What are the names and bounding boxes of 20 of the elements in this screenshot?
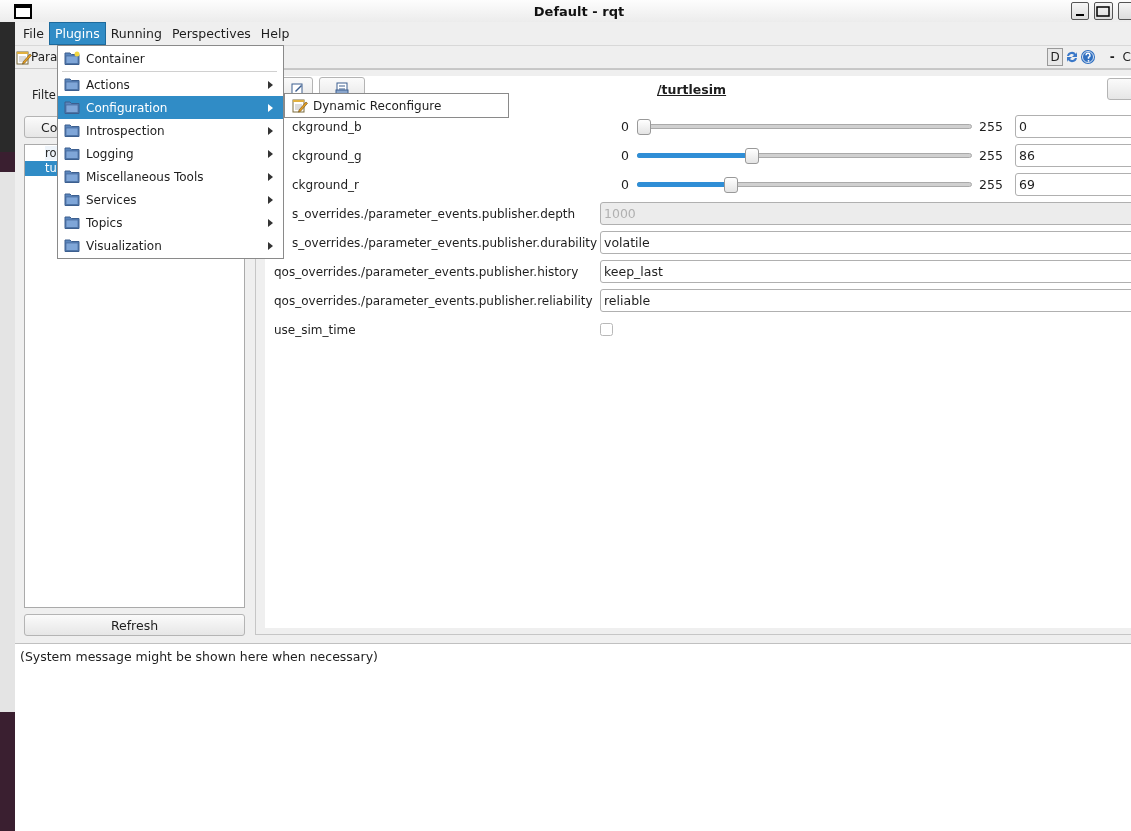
parameter-label: use_sim_time — [274, 322, 356, 337]
parameter-label: s_overrides./parameter_events.publisher.depth — [292, 206, 576, 221]
range-max: 255 — [979, 177, 1004, 192]
dash-text: - — [1109, 50, 1115, 64]
parameter-label: ckground_g — [292, 148, 362, 163]
range-min: 0 — [620, 148, 629, 163]
parameter-label: ckground_b — [292, 119, 362, 134]
node-title: /turtlesim — [657, 81, 728, 97]
filter-label: Filte — [32, 87, 56, 104]
status-message: (System message might be shown here when necessary) — [20, 649, 378, 664]
parameter-label: s_overrides./parameter_events.publisher.durability — [292, 235, 598, 250]
range-min: 0 — [620, 177, 629, 192]
parameter-label: ckground_r — [292, 177, 359, 192]
range-min: 0 — [620, 119, 629, 134]
window-title: Default - rqt — [532, 3, 626, 19]
range-max: 255 — [979, 119, 1004, 134]
plugin-title: Para — [31, 50, 58, 64]
range-max: 255 — [979, 148, 1004, 163]
parameter-label: qos_overrides./parameter_events.publisher.reliability — [274, 293, 593, 308]
parameter-label: qos_overrides./parameter_events.publisher.history — [274, 264, 579, 279]
